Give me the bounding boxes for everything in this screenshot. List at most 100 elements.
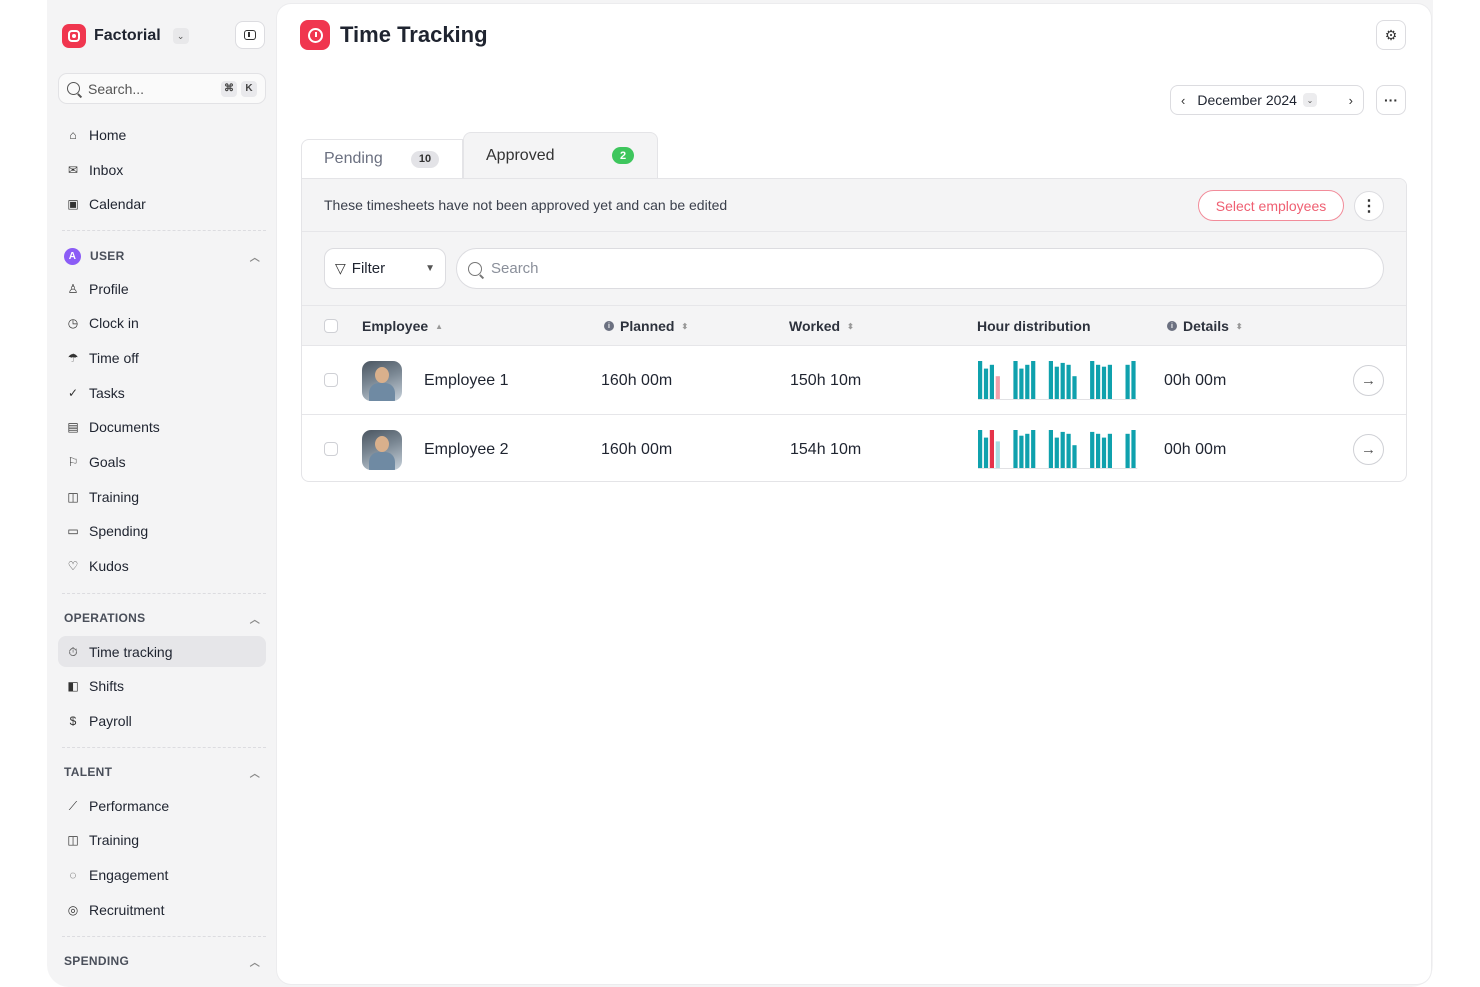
- sidebar-item-engagement[interactable]: ◌ Engagement: [58, 859, 266, 890]
- chevron-down-icon[interactable]: ⌄: [172, 28, 189, 44]
- open-row-button[interactable]: →: [1353, 365, 1384, 396]
- sidebar-item-label: Home: [89, 126, 127, 143]
- column-label: Hour distribution: [977, 318, 1091, 334]
- sidebar-item-tasks[interactable]: ✓ Tasks: [58, 377, 266, 408]
- sidebar-item-training[interactable]: ◫ Training: [58, 825, 266, 856]
- column-details[interactable]: i Details ⬍: [1167, 306, 1243, 346]
- table-row[interactable]: Employee 1 160h 00m 150h 10m 00h 00m →: [302, 346, 1406, 415]
- timesheets-panel: These timesheets have not been approved …: [301, 178, 1407, 482]
- operations-section-header[interactable]: OPERATIONS ︿: [58, 605, 266, 631]
- distribution-bar: [995, 441, 1000, 468]
- sidebar-item-label: Shifts: [89, 678, 125, 695]
- info-bar: These timesheets have not been approved …: [302, 179, 1406, 232]
- distribution-bar: [1048, 361, 1053, 399]
- chevron-down-icon[interactable]: ⌄: [1302, 93, 1317, 107]
- month-label[interactable]: December 2024: [1197, 92, 1297, 108]
- month-picker[interactable]: ‹ December 2024 ⌄ ›: [1170, 85, 1364, 115]
- column-employee[interactable]: Employee ▲: [362, 306, 443, 346]
- sidebar-item-calendar[interactable]: ▣ Calendar: [58, 188, 266, 219]
- open-row-button[interactable]: →: [1353, 434, 1384, 465]
- distribution-bar: [1090, 361, 1095, 399]
- distribution-bar: [1101, 437, 1107, 468]
- row-checkbox[interactable]: [324, 373, 338, 387]
- sidebar-item-label: Time tracking: [89, 643, 173, 660]
- sidebar-item-clock-in[interactable]: ◷ Clock in: [58, 308, 266, 339]
- more-options-button[interactable]: ···: [1376, 85, 1406, 115]
- column-planned[interactable]: i Planned ⬍: [604, 306, 688, 346]
- divider: [62, 230, 266, 231]
- filter-button[interactable]: ▽ Filter ▼: [324, 248, 446, 289]
- chevron-up-icon[interactable]: ︿: [250, 611, 260, 626]
- table-search[interactable]: [456, 248, 1384, 289]
- sort-icon[interactable]: ⬍: [681, 322, 688, 331]
- approved-count-badge: 2: [612, 147, 634, 164]
- sidebar-item-label: Clock in: [89, 315, 139, 332]
- heart-icon: ♡: [67, 559, 79, 574]
- sidebar-item-payroll[interactable]: $ Payroll: [58, 705, 266, 736]
- sidebar-item-inbox[interactable]: ✉ Inbox: [58, 154, 266, 185]
- tab-pending[interactable]: Pending 10: [301, 139, 463, 178]
- select-employees-button[interactable]: Select employees: [1198, 190, 1344, 221]
- distribution-bar: [1125, 433, 1130, 468]
- row-checkbox[interactable]: [324, 442, 338, 456]
- sidebar-search-input[interactable]: [88, 80, 208, 97]
- sidebar-item-performance[interactable]: ⟋ Performance: [58, 790, 266, 821]
- tab-approved[interactable]: Approved 2: [463, 132, 658, 178]
- sidebar-item-label: Kudos: [89, 558, 129, 575]
- kebab-menu-button[interactable]: ⋮: [1354, 191, 1384, 221]
- user-avatar: A: [64, 247, 81, 265]
- sidebar-item-goals[interactable]: ⚐ Goals: [58, 447, 266, 478]
- table-row[interactable]: Employee 2 160h 00m 154h 10m 00h 00m →: [302, 415, 1406, 481]
- distribution-bar: [1060, 431, 1065, 468]
- sort-asc-icon[interactable]: ▲: [435, 322, 443, 331]
- distribution-bar: [983, 368, 989, 399]
- sidebar-item-spending[interactable]: ▭ Spending: [58, 516, 266, 547]
- distribution-bar: [1072, 376, 1077, 399]
- calendar-icon: ▣: [67, 196, 79, 211]
- payroll-icon: $: [69, 713, 77, 728]
- distribution-bar: [1101, 366, 1107, 399]
- sidebar-item-home[interactable]: ⌂ Home: [58, 119, 266, 150]
- hour-distribution-chart: [978, 430, 1138, 469]
- distribution-bar: [995, 376, 1000, 399]
- user-section-header[interactable]: A USER ︿: [58, 243, 266, 269]
- sidebar-item-label: Inbox: [89, 161, 124, 178]
- sidebar-item-label: Engagement: [89, 866, 169, 883]
- collapse-sidebar-button[interactable]: [235, 21, 265, 49]
- sidebar-item-time-off[interactable]: ☂ Time off: [58, 342, 266, 373]
- sidebar-item-kudos[interactable]: ♡ Kudos: [58, 551, 266, 582]
- section-title: USER: [90, 249, 125, 263]
- sidebar-item-label: Payroll: [89, 712, 132, 729]
- tab-label: Pending: [324, 150, 383, 167]
- employee-name[interactable]: Employee 2: [424, 415, 509, 481]
- inbox-icon: ✉: [67, 162, 79, 177]
- sidebar-item-training[interactable]: ◫ Training: [58, 481, 266, 512]
- sort-icon[interactable]: ⬍: [847, 322, 854, 331]
- distribution-bar: [1019, 435, 1024, 468]
- sidebar-item-label: Spending: [89, 523, 149, 540]
- sidebar-item-shifts[interactable]: ◧ Shifts: [58, 671, 266, 702]
- sidebar-item-recruitment[interactable]: ◎ Recruitment: [58, 894, 266, 925]
- employee-name[interactable]: Employee 1: [424, 346, 509, 415]
- pending-count-badge: 10: [411, 150, 439, 168]
- sidebar-item-time-tracking[interactable]: ⏱ Time tracking: [58, 636, 266, 667]
- distribution-bar: [1096, 364, 1101, 399]
- sidebar-item-label: Tasks: [89, 384, 125, 401]
- chevron-up-icon[interactable]: ︿: [250, 765, 260, 780]
- chevron-up-icon[interactable]: ︿: [250, 249, 260, 264]
- section-title: TALENT: [64, 765, 113, 779]
- table-search-input[interactable]: [491, 260, 991, 277]
- sort-icon[interactable]: ⬍: [1236, 322, 1243, 331]
- sidebar-item-profile[interactable]: ♙ Profile: [58, 273, 266, 304]
- chevron-up-icon[interactable]: ︿: [250, 954, 260, 969]
- chevron-right-icon[interactable]: ›: [1349, 93, 1353, 108]
- spending-section-header[interactable]: SPENDING ︿: [58, 948, 266, 974]
- settings-button[interactable]: ⚙: [1376, 20, 1406, 50]
- chevron-left-icon[interactable]: ‹: [1181, 93, 1185, 108]
- talent-section-header[interactable]: TALENT ︿: [58, 759, 266, 785]
- column-worked[interactable]: Worked ⬍: [789, 306, 854, 346]
- select-all-checkbox[interactable]: [324, 319, 338, 333]
- sidebar-search[interactable]: ⌘ K: [58, 73, 266, 104]
- divider: [62, 936, 266, 937]
- sidebar-item-documents[interactable]: ▤ Documents: [58, 412, 266, 443]
